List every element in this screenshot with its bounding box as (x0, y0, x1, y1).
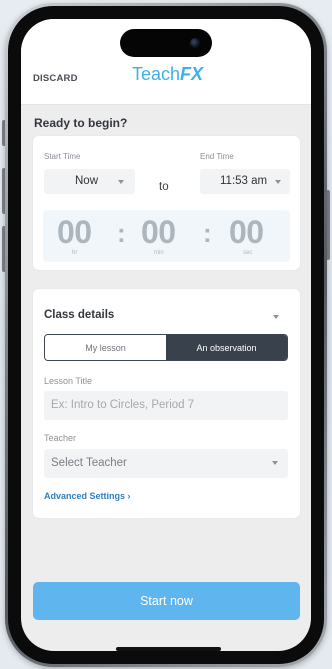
timer-separator: : (203, 218, 212, 248)
advanced-settings-link[interactable]: Advanced Settings › (44, 491, 131, 501)
start-time-label: Start Time (44, 152, 81, 161)
tab-an-observation[interactable]: An observation (166, 335, 287, 360)
logo-text-fx: FX (180, 64, 204, 84)
class-details-card: Class details My lesson An observation L… (33, 289, 300, 518)
camera-icon (190, 38, 200, 48)
chevron-down-icon (118, 180, 124, 184)
discard-button[interactable]: DISCARD (33, 73, 78, 84)
timer-minutes-unit: min (154, 250, 164, 256)
end-time-value: 11:53 am (220, 175, 268, 187)
timer-seconds: 00 (229, 214, 264, 250)
phone-frame: DISCARD TeachFX Ready to begin? Start Ti… (5, 3, 327, 667)
chevron-down-icon (272, 461, 278, 465)
lesson-type-toggle: My lesson An observation (44, 334, 288, 361)
chevron-down-icon (275, 180, 281, 184)
end-time-select[interactable]: 11:53 am (200, 169, 290, 194)
start-time-value: Now (75, 175, 99, 187)
phone-bezel: DISCARD TeachFX Ready to begin? Start Ti… (8, 6, 324, 664)
lesson-title-placeholder: Ex: Intro to Circles, Period 7 (51, 399, 195, 411)
to-label: to (159, 181, 169, 193)
tab-my-lesson[interactable]: My lesson (45, 335, 166, 360)
timer-seconds-unit: sec (243, 250, 253, 256)
end-time-label: End Time (200, 152, 234, 161)
elapsed-timer: 00 hr : 00 min : 00 sec (43, 210, 290, 262)
lesson-title-label: Lesson Title (44, 376, 93, 386)
timer-separator: : (117, 218, 126, 248)
logo-text-teach: Teach (132, 64, 181, 84)
teacher-select-value: Select Teacher (51, 457, 127, 469)
timer-hours-unit: hr (72, 250, 78, 256)
start-time-select[interactable]: Now (44, 169, 135, 194)
home-indicator[interactable] (116, 647, 221, 651)
lesson-title-input[interactable]: Ex: Intro to Circles, Period 7 (44, 391, 288, 420)
timer-hours: 00 (57, 214, 92, 250)
page-title: Ready to begin? (34, 116, 128, 130)
time-card: Start Time End Time Now to 11:53 am 00 h… (33, 136, 300, 270)
teacher-label: Teacher (44, 433, 77, 443)
chevron-down-icon[interactable] (273, 315, 279, 319)
class-details-title[interactable]: Class details (44, 309, 114, 321)
teachfx-logo: TeachFX (132, 64, 203, 85)
timer-minutes: 00 (141, 214, 176, 250)
app-screen: DISCARD TeachFX Ready to begin? Start Ti… (21, 19, 311, 651)
start-now-button[interactable]: Start now (33, 582, 300, 620)
teacher-select[interactable]: Select Teacher (44, 449, 288, 478)
dynamic-island (120, 29, 212, 57)
